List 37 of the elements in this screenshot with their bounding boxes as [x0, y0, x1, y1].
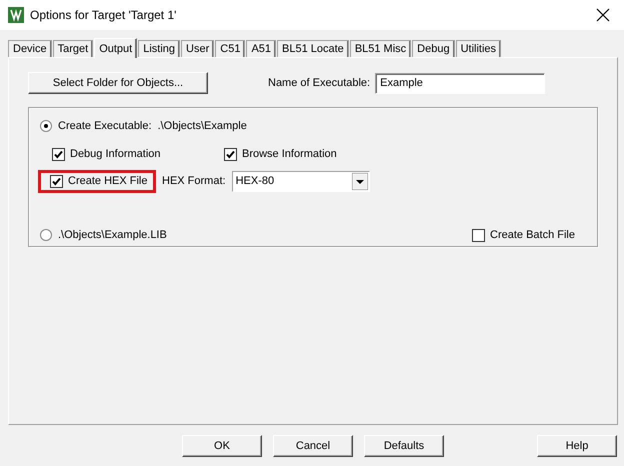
- checkbox-label: Debug Information: [70, 148, 160, 160]
- executable-name-field[interactable]: Example: [375, 72, 546, 94]
- radio-button[interactable]: [40, 120, 52, 132]
- radio-label: Create Executable:: [58, 120, 152, 132]
- app-icon: [8, 7, 24, 23]
- checkbox[interactable]: [52, 148, 65, 160]
- tab[interactable]: Output: [94, 38, 138, 58]
- tab[interactable]: BL51 Locate: [277, 40, 349, 57]
- hex-format-dropdown[interactable]: HEX-80: [232, 170, 370, 192]
- checkbox[interactable]: [50, 174, 63, 188]
- help-button[interactable]: Help: [537, 435, 617, 457]
- tab[interactable]: Listing: [138, 40, 180, 57]
- field-label: Name of Executable:: [268, 77, 370, 89]
- window-title: Options for Target 'Target 1': [30, 8, 178, 22]
- checkbox-label: Create Batch File: [490, 229, 575, 241]
- checkbox[interactable]: [224, 148, 237, 160]
- checkbox-label: Create HEX File: [68, 175, 148, 187]
- tab[interactable]: Target: [52, 40, 94, 57]
- tab[interactable]: Utilities: [456, 40, 502, 57]
- dialog-button[interactable]: Defaults: [364, 435, 444, 457]
- radio-label: .\Objects\Example.LIB: [58, 229, 167, 241]
- radio-button[interactable]: [40, 229, 52, 241]
- checkbox-label: Browse Information: [242, 148, 337, 160]
- dialog-button[interactable]: Cancel: [273, 435, 353, 457]
- tab[interactable]: BL51 Misc: [350, 40, 412, 57]
- executable-path: .\Objects\Example: [158, 120, 247, 132]
- close-icon[interactable]: [596, 8, 610, 22]
- tab[interactable]: User: [181, 40, 214, 57]
- tab[interactable]: Device: [8, 40, 52, 57]
- tab[interactable]: A51: [246, 40, 276, 57]
- tab[interactable]: Debug: [412, 40, 455, 57]
- tab[interactable]: C51: [215, 40, 246, 57]
- checkbox[interactable]: [472, 228, 486, 242]
- dialog-button[interactable]: OK: [182, 435, 262, 457]
- field-label: HEX Format:: [162, 175, 226, 187]
- select-folder-button[interactable]: Select Folder for Objects...: [28, 72, 208, 94]
- caret-icon[interactable]: [352, 172, 368, 190]
